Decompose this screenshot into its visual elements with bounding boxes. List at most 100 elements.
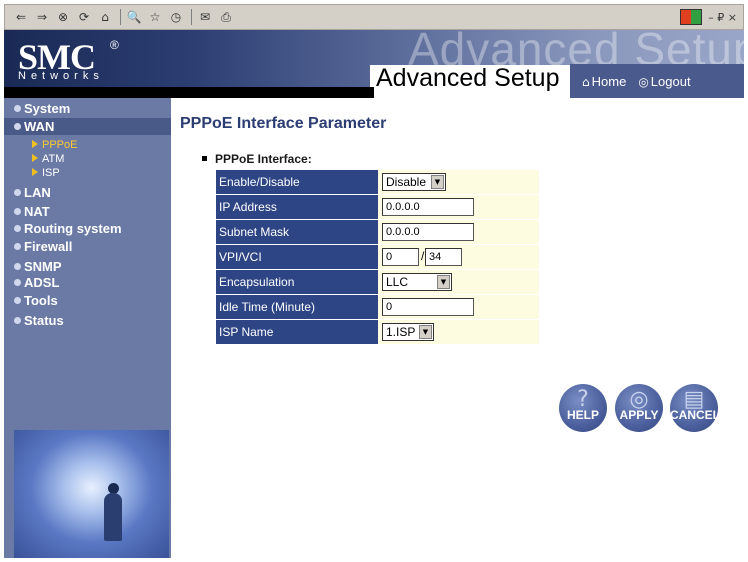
apply-button-label: APPLY [619,408,659,422]
favorites-icon[interactable]: ☆ [147,9,163,25]
idle-time-cell: 0 [378,295,539,319]
arrow-icon [32,140,38,148]
subnet-mask-label: Subnet Mask [216,220,378,244]
sidebar-item-label: Status [24,313,64,328]
sidebar-item-snmp[interactable]: SNMP [4,258,171,275]
logout-label: Logout [650,73,691,89]
stop-icon[interactable]: ⊗ [55,9,71,25]
isp-name-cell: 1.ISP ▼ [378,320,539,344]
arrow-icon [32,168,38,176]
sidebar-subitem-isp[interactable]: ISP [32,167,60,180]
sidebar-item-label: LAN [24,185,51,200]
home-icon[interactable]: ⌂ [97,9,113,25]
vpi-vci-cell: 0 / 34 [378,245,539,269]
sidebar-item-label: SNMP [24,259,62,274]
sidebar-item-label: System [24,101,71,116]
form-row-enable: Enable/Disable Disable ▼ [216,170,539,195]
bullet-icon [14,123,21,130]
sidebar-item-label: Tools [24,293,58,308]
subnet-mask-cell: 0.0.0.0 [378,220,539,244]
isp-name-value: 1.ISP [386,325,416,339]
page-title: Advanced Setup [376,64,560,92]
sidebar-item-label: ADSL [24,275,60,290]
bullet-icon [14,208,21,215]
logout-link[interactable]: ◎ Logout [638,74,690,89]
form-row-isp: ISP Name 1.ISP ▼ [216,320,539,345]
print-icon[interactable]: ⎙ [218,9,234,25]
bullet-icon [202,156,207,161]
encapsulation-value: LLC [386,275,409,289]
logout-icon: ◎ [638,74,649,89]
form-row-vpivci: VPI/VCI 0 / 34 [216,245,539,270]
apply-button[interactable]: ◎ APPLY [615,384,663,432]
chevron-down-icon: ▼ [437,275,450,289]
ip-address-input[interactable]: 0.0.0.0 [382,198,474,216]
isp-name-label: ISP Name [216,320,378,344]
sidebar-item-label: NAT [24,204,50,219]
sidebar-item-system[interactable]: System [4,100,171,117]
form-row-subnet: Subnet Mask 0.0.0.0 [216,220,539,245]
help-button[interactable]: ? HELP [559,384,607,432]
idle-time-input[interactable]: 0 [382,298,474,316]
ip-address-label: IP Address [216,195,378,219]
sidebar-item-label: Firewall [24,239,73,254]
sidebar-item-label: WAN [24,119,55,134]
toolbar-separator [120,9,121,25]
chevron-down-icon: ▼ [419,325,432,339]
pppoe-interface-label: PPPoE Interface: [202,152,312,166]
sidebar-item-status[interactable]: Status [4,312,171,329]
idle-time-label: Idle Time (Minute) [216,295,378,319]
ip-address-cell: 0.0.0.0 [378,195,539,219]
header-strip [4,87,374,98]
sidebar-item-firewall[interactable]: Firewall [4,238,171,255]
vpi-vci-separator: / [421,249,425,263]
smc-logo-subtitle: Networks [18,70,104,82]
back-icon[interactable]: ⇐ [13,9,29,25]
enable-disable-select[interactable]: Disable ▼ [382,173,446,191]
enable-disable-cell: Disable ▼ [378,170,539,194]
bullet-icon [14,263,21,270]
encapsulation-cell: LLC ▼ [378,270,539,294]
sidebar: System WAN PPPoE ATM ISP LAN NAT Routing… [4,98,171,558]
sidebar-illustration [14,430,169,558]
bullet-icon [14,225,21,232]
bullet-icon [14,243,21,250]
section-title: PPPoE Interface Parameter [180,115,387,132]
vci-input[interactable]: 34 [425,248,462,266]
bullet-icon [14,189,21,196]
encapsulation-select[interactable]: LLC ▼ [382,273,452,291]
sidebar-item-nat[interactable]: NAT [4,203,171,220]
search-icon[interactable]: 🔍 [126,9,142,25]
encapsulation-label: Encapsulation [216,270,378,294]
bullet-icon [14,105,21,112]
sidebar-item-routing-system[interactable]: Routing system [4,220,171,237]
forward-icon[interactable]: ⇒ [34,9,50,25]
sidebar-item-tools[interactable]: Tools [4,292,171,309]
refresh-icon[interactable]: ⟳ [76,9,92,25]
help-button-label: HELP [566,408,599,422]
toolbar-separator [191,9,192,25]
sidebar-subitem-label: PPPoE [42,139,78,151]
sidebar-item-label: Routing system [24,221,122,236]
mail-icon[interactable]: ✉ [197,9,213,25]
isp-name-select[interactable]: 1.ISP ▼ [382,323,434,341]
cancel-button[interactable]: ▤ CANCEL [670,384,720,432]
vpi-input[interactable]: 0 [382,248,419,266]
registered-mark: ® [110,38,119,52]
sidebar-subitem-pppoe[interactable]: PPPoE [32,139,77,152]
subnet-mask-input[interactable]: 0.0.0.0 [382,223,474,241]
enable-disable-label: Enable/Disable [216,170,378,194]
bullet-icon [14,317,21,324]
home-link[interactable]: ⌂ Home [582,74,626,89]
arrow-icon [32,154,38,162]
header-nav: ⌂ Home ◎ Logout [570,64,744,98]
form-row-encapsulation: Encapsulation LLC ▼ [216,270,539,295]
history-icon[interactable]: ◷ [168,9,184,25]
sidebar-item-lan[interactable]: LAN [4,184,171,201]
sidebar-subitem-atm[interactable]: ATM [32,153,64,166]
home-icon: ⌂ [582,74,590,89]
sidebar-item-adsl[interactable]: ADSL [4,274,171,291]
bullet-icon [14,297,21,304]
sidebar-item-wan[interactable]: WAN [4,118,171,135]
form-row-idle: Idle Time (Minute) 0 [216,295,539,320]
